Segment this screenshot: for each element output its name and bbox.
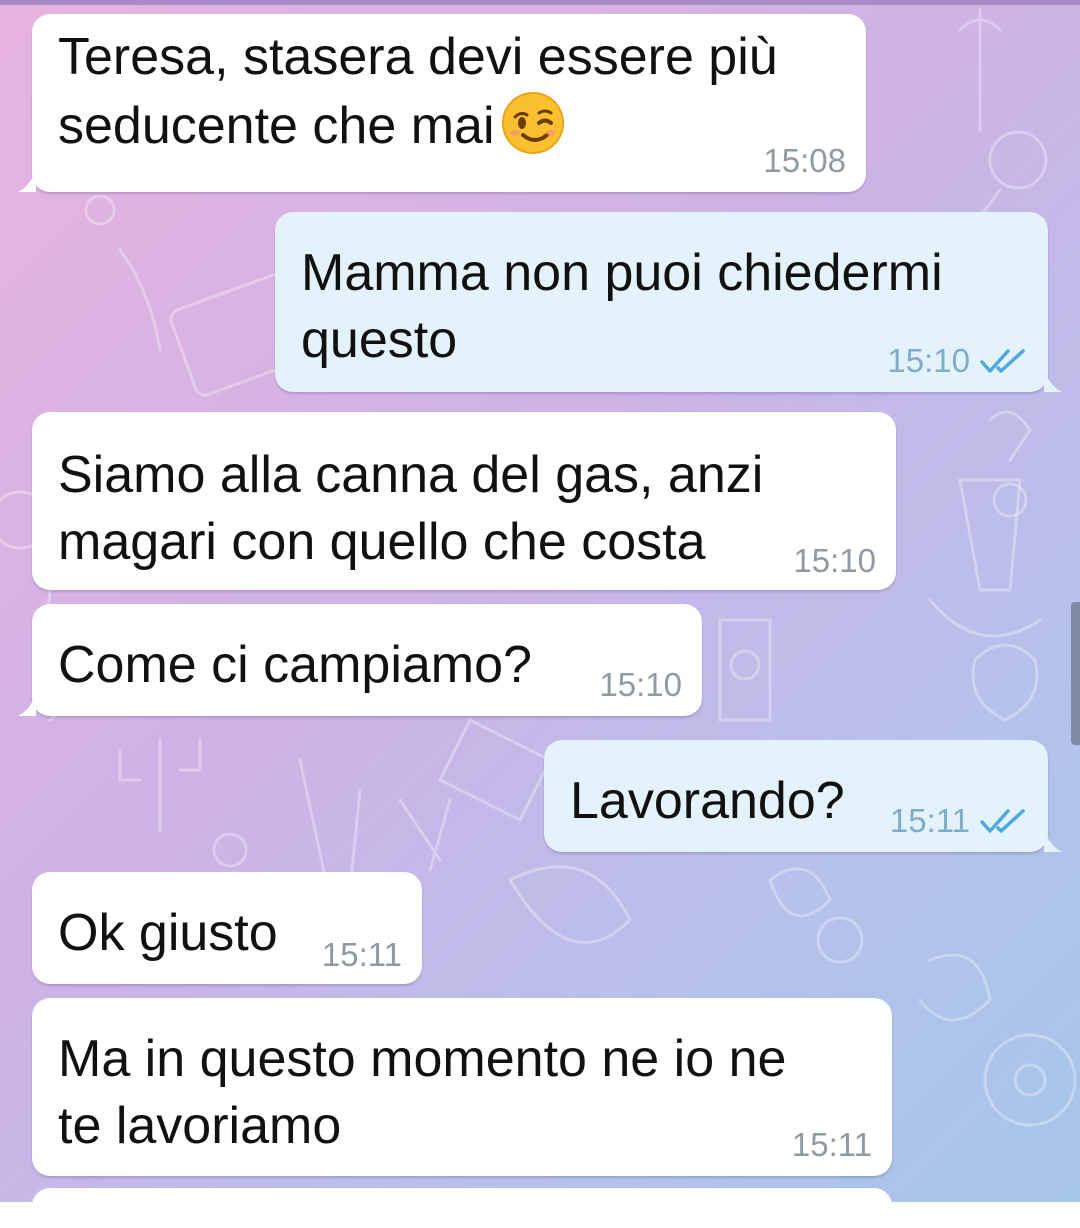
message-time: 15:08: [763, 142, 846, 179]
message-bubble-incoming[interactable]: Siamo alla canna del gas, anzi magari co…: [32, 412, 896, 590]
top-edge: [0, 0, 1080, 5]
bubble-tail: [1044, 370, 1062, 392]
message-meta: 15:11: [792, 1126, 872, 1164]
bubble-tail: [18, 694, 36, 716]
message-bubble-incoming[interactable]: Come ci campiamo? 15:10: [18, 604, 702, 716]
message-time: 15:10: [793, 542, 876, 579]
message-time: 15:11: [321, 936, 402, 973]
message-bubble-partial: [32, 1188, 892, 1228]
message-bubble-incoming[interactable]: Ok giusto 15:11: [32, 872, 422, 984]
message-text: Teresa, stasera devi essere più seducent…: [58, 28, 778, 155]
message-text: Come ci campiamo?: [58, 636, 532, 694]
message-meta: 15:11: [890, 802, 1028, 840]
message-text: Lavorando?: [570, 772, 845, 830]
message-bubble-outgoing[interactable]: Lavorando? 15:11: [544, 740, 1062, 852]
message-time: 15:10: [887, 342, 970, 379]
bubble-tail: [18, 170, 36, 192]
double-check-read-icon: [980, 809, 1025, 833]
message-text: Mamma non puoi chiedermi questo: [301, 244, 943, 369]
message-bubble-outgoing[interactable]: Mamma non puoi chiedermi questo 15:10: [275, 212, 1062, 392]
message-text: Siamo alla canna del gas, anzi magari co…: [58, 446, 764, 571]
message-meta: 15:10: [887, 342, 1028, 380]
message-text: Ok giusto: [58, 904, 278, 962]
message-meta: 15:10: [599, 666, 682, 704]
message-text: Ma in questo momento ne io ne te lavoria…: [58, 1030, 787, 1155]
message-time: 15:11: [889, 802, 970, 839]
scrollbar-thumb[interactable]: [1071, 602, 1080, 745]
message-time: 15:10: [599, 666, 682, 703]
winking-face-icon: [501, 92, 564, 154]
message-bubble-incoming[interactable]: Teresa, stasera devi essere più seducent…: [18, 14, 866, 192]
message-meta: 15:10: [793, 542, 876, 580]
message-meta: 15:08: [763, 142, 846, 180]
bubble-tail: [1044, 830, 1062, 852]
message-time: 15:11: [791, 1126, 872, 1163]
message-bubble-incoming[interactable]: Ma in questo momento ne io ne te lavoria…: [32, 998, 892, 1176]
message-meta: 15:11: [322, 936, 402, 974]
double-check-read-icon: [980, 349, 1025, 373]
